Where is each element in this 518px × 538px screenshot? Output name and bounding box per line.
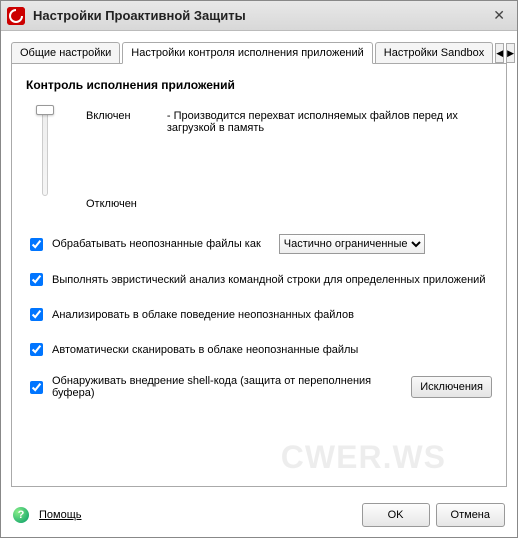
options-list: Обрабатывать неопознанные файлы как Част…: [26, 234, 492, 399]
select-unrecognized-mode[interactable]: Частично ограниченные: [279, 234, 425, 254]
checkbox-cloud-scan[interactable]: [30, 343, 43, 356]
slider-label-off: Отключен: [86, 198, 137, 210]
checkbox-shellcode[interactable]: [30, 381, 43, 394]
option-heuristic-cmdline: Выполнять эвристический анализ командной…: [26, 270, 492, 289]
exceptions-button[interactable]: Исключения: [411, 376, 492, 398]
option-unrecognized-files: Обрабатывать неопознанные файлы как Част…: [26, 234, 492, 254]
tab-body: Контроль исполнения приложений Включен О…: [11, 63, 507, 487]
tab-execution-control[interactable]: Настройки контроля исполнения приложений: [122, 42, 373, 64]
watermark-text: CWER.WS: [281, 439, 446, 476]
label-shellcode: Обнаруживать внедрение shell-кода (защит…: [52, 375, 397, 399]
app-icon: [7, 7, 25, 25]
tabs-row: Общие настройки Настройки контроля испол…: [11, 39, 507, 63]
help-link[interactable]: Помощь: [39, 509, 82, 521]
checkbox-unrecognized-files[interactable]: [30, 238, 43, 251]
close-icon[interactable]: ✕: [487, 5, 511, 26]
slider-thumb-icon[interactable]: [36, 105, 54, 115]
slider-section: Включен Отключен - Производится перехват…: [26, 110, 492, 210]
tab-scroll-left-icon[interactable]: ◀: [495, 43, 504, 63]
window-title: Настройки Проактивной Защиты: [33, 8, 487, 23]
tab-general[interactable]: Общие настройки: [11, 42, 120, 63]
settings-window: Настройки Проактивной Защиты ✕ Общие нас…: [0, 0, 518, 538]
slider-label-on: Включен: [86, 110, 137, 122]
label-cloud-behavior: Анализировать в облаке поведение неопозн…: [52, 309, 354, 321]
titlebar: Настройки Проактивной Защиты ✕: [1, 1, 517, 31]
tab-sandbox[interactable]: Настройки Sandbox: [375, 42, 493, 63]
cancel-button[interactable]: Отмена: [436, 503, 505, 527]
tab-scroll-right-icon[interactable]: ▶: [506, 43, 515, 63]
checkbox-cloud-behavior[interactable]: [30, 308, 43, 321]
label-heuristic-cmdline: Выполнять эвристический анализ командной…: [52, 274, 485, 286]
option-cloud-behavior: Анализировать в облаке поведение неопозн…: [26, 305, 492, 324]
slider-labels: Включен Отключен: [86, 110, 137, 210]
level-description: - Производится перехват исполняемых файл…: [167, 110, 492, 134]
option-shellcode: Обнаруживать внедрение shell-кода (защит…: [26, 375, 492, 399]
label-unrecognized-files: Обрабатывать неопознанные файлы как: [52, 238, 261, 250]
ok-button[interactable]: OK: [362, 503, 430, 527]
section-title: Контроль исполнения приложений: [26, 78, 492, 92]
slider-column: [34, 110, 56, 196]
label-cloud-scan: Автоматически сканировать в облаке неопо…: [52, 344, 358, 356]
level-slider[interactable]: [42, 110, 48, 196]
checkbox-heuristic-cmdline[interactable]: [30, 273, 43, 286]
help-icon: ?: [13, 507, 29, 523]
content-area: Общие настройки Настройки контроля испол…: [1, 31, 517, 495]
footer: ? Помощь OK Отмена: [1, 495, 517, 537]
option-cloud-scan: Автоматически сканировать в облаке неопо…: [26, 340, 492, 359]
